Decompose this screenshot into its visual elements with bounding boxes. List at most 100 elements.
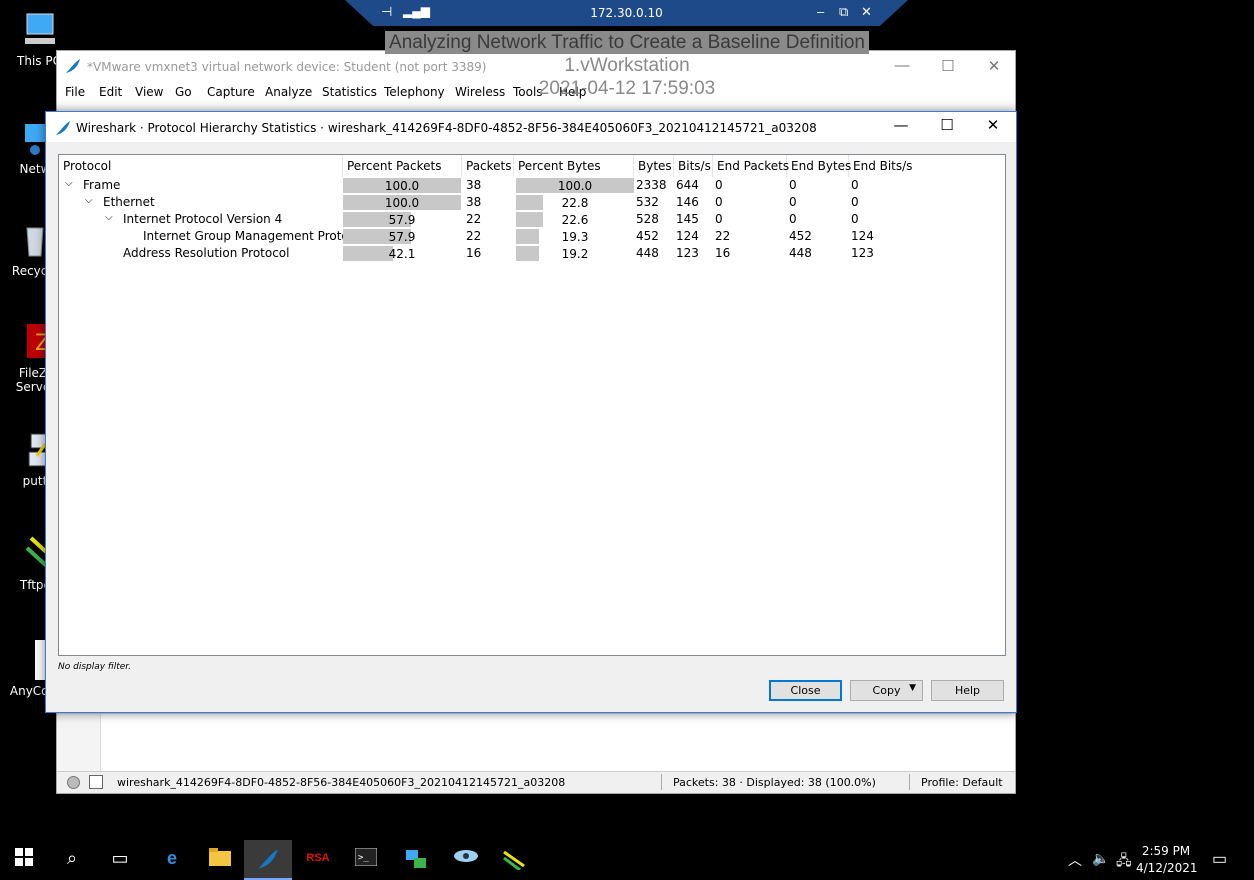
protocol-row[interactable]: Internet Group Management Protocol 57.9 19… [59, 228, 1005, 245]
column-header-protocol[interactable]: Protocol [59, 155, 343, 177]
percent-bytes-bar-value: 19.2 [561, 247, 589, 261]
percent-packets-bar: 100.0 [343, 195, 461, 210]
percent-bytes-bar: 19.2 [516, 246, 634, 261]
show-hidden-icons-icon[interactable]: ︿ [1068, 850, 1082, 870]
search-icon[interactable]: ⌕ [48, 840, 96, 880]
rsa-icon[interactable]: RSA [294, 840, 342, 880]
protocol-name: Internet Protocol Version 4 [123, 212, 283, 226]
wireshark-icon[interactable] [244, 840, 292, 880]
end-bytes-cell: 0 [789, 195, 797, 209]
wireshark-icon [66, 59, 80, 73]
minimize-button[interactable]: — [878, 116, 924, 138]
tftp-icon[interactable] [490, 840, 538, 880]
bytes-cell: 2338 [636, 178, 667, 192]
network-admin-icon[interactable] [392, 840, 440, 880]
taskbar: ⌕ ▭ e RSA >_ ︿ 🔈 🖧 2:59 PM 4/12/2021 ▭ [0, 840, 1254, 880]
protocol-row[interactable]: ⌵ Frame 100.0 100.0 38 2338 644 0 0 0 [59, 177, 1005, 194]
help-button[interactable]: Help [931, 680, 1004, 701]
bytes-cell: 448 [636, 246, 659, 260]
minimize-button[interactable]: — [879, 57, 925, 79]
end-packets-cell: 16 [715, 246, 731, 260]
menu-view[interactable]: View [135, 85, 163, 99]
terminal-icon[interactable]: >_ [342, 840, 390, 880]
percent-bytes-bar: 22.8 [516, 195, 634, 210]
capture-comment-icon[interactable] [89, 775, 103, 789]
expand-chevron-icon[interactable]: ⌵ [65, 178, 73, 189]
protocol-hierarchy-dialog: Wireshark · Protocol Hierarchy Statistic… [45, 111, 1017, 713]
menu-go[interactable]: Go [175, 85, 192, 99]
copy-button[interactable]: Copy ▼ [850, 680, 923, 701]
protocol-row[interactable]: ⌵ Internet Protocol Version 4 57.9 22.6 22 52… [59, 211, 1005, 228]
pane-gutter [57, 714, 101, 774]
column-header-end-bytes[interactable]: End Bytes [787, 155, 851, 177]
column-header-end-packets[interactable]: End Packets [713, 155, 789, 177]
minimize-icon[interactable]: – [817, 4, 824, 19]
protocol-row[interactable]: Address Resolution Protocol 42.1 19.2 16 448… [59, 245, 1005, 262]
clock-date: 4/12/2021 [1136, 861, 1198, 875]
menu-edit[interactable]: Edit [99, 85, 122, 99]
close-button[interactable]: ✕ [971, 57, 1017, 79]
end-packets-cell: 0 [715, 195, 723, 209]
edge-icon[interactable]: e [148, 840, 196, 880]
divider [661, 774, 662, 790]
close-dialog-button[interactable]: Close [769, 680, 842, 701]
volume-muted-icon[interactable]: 🔈 [1092, 850, 1109, 867]
expert-info-icon[interactable] [67, 776, 80, 789]
clock-time: 2:59 PM [1141, 844, 1191, 858]
column-header-bits-per-sec[interactable]: Bits/s [674, 155, 713, 177]
network-status-icon[interactable]: 🖧 [1116, 850, 1132, 874]
percent-bytes-bar-value: 100.0 [557, 179, 593, 193]
percent-packets-bar-value: 57.9 [388, 230, 416, 244]
column-header-packets[interactable]: Packets [462, 155, 514, 177]
expand-chevron-icon[interactable]: ⌵ [105, 212, 113, 223]
menu-file[interactable]: File [65, 85, 85, 99]
end-packets-cell: 0 [715, 178, 723, 192]
restore-icon[interactable]: ⧉ [839, 4, 848, 20]
menu-capture[interactable]: Capture [207, 85, 255, 99]
watermark-machine: 1.vWorkstation [564, 55, 690, 76]
protocol-name: Ethernet [103, 195, 155, 209]
percent-packets-bar-value: 57.9 [388, 213, 416, 227]
column-header-percent-packets[interactable]: Percent Packets [343, 155, 462, 177]
percent-bytes-bar: 22.6 [516, 212, 634, 227]
copy-button-label: Copy [872, 684, 901, 697]
percent-packets-bar-value: 42.1 [388, 247, 416, 261]
file-explorer-icon[interactable] [196, 840, 244, 880]
packet-bytes-pane[interactable] [57, 713, 1015, 774]
end-packets-cell: 22 [715, 229, 731, 243]
windows-start-icon[interactable] [0, 840, 48, 880]
system-clock[interactable]: 2:59 PM 4/12/2021 [1136, 843, 1198, 877]
protocol-name: Internet Group Management Protocol [143, 229, 367, 243]
maximize-button[interactable]: ☐ [925, 57, 971, 79]
profile-label[interactable]: Profile: Default [921, 776, 1003, 789]
menu-analyze[interactable]: Analyze [265, 85, 312, 99]
end-bytes-cell: 448 [789, 246, 812, 260]
column-header-bytes[interactable]: Bytes [634, 155, 674, 177]
notifications-icon[interactable]: ▭ [1212, 849, 1227, 869]
percent-bytes-bar-value: 22.6 [561, 213, 589, 227]
percent-packets-bar: 57.9 [343, 212, 461, 227]
column-header-end-bits-per-sec[interactable]: End Bits/s [849, 155, 913, 177]
percent-packets-bar: 42.1 [343, 246, 461, 261]
wireshark-icon [56, 121, 70, 135]
expand-chevron-icon[interactable]: ⌵ [85, 195, 93, 206]
packets-cell: 16 [466, 246, 482, 260]
task-view-icon[interactable]: ▭ [96, 840, 144, 880]
column-header-percent-bytes[interactable]: Percent Bytes [514, 155, 634, 177]
status-bar: wireshark_414269F4-8DF0-4852-8F56-384E40… [57, 771, 1015, 793]
protocol-tree[interactable]: Protocol Percent Packets Packets Percent… [58, 154, 1006, 656]
dropdown-arrow-icon[interactable]: ▼ [909, 683, 916, 693]
close-icon[interactable]: ✕ [861, 4, 872, 20]
eye-icon[interactable] [442, 840, 490, 880]
svg-text:>_: >_ [358, 853, 369, 863]
maximize-button[interactable]: ☐ [924, 116, 970, 138]
bytes-cell: 452 [636, 229, 659, 243]
percent-bytes-bar-value: 22.8 [561, 196, 589, 210]
menu-statistics[interactable]: Statistics [322, 85, 377, 99]
protocol-row[interactable]: ⌵ Ethernet 100.0 22.8 38 532 146 0 0 0 [59, 194, 1005, 211]
close-button[interactable]: ✕ [970, 116, 1016, 138]
remote-connection-bar: ⊣ ▂▄▆ 172.30.0.10 – ⧉ ✕ [345, 0, 908, 26]
divider [909, 774, 910, 790]
bytes-cell: 532 [636, 195, 659, 209]
percent-packets-bar-value: 100.0 [384, 196, 420, 210]
